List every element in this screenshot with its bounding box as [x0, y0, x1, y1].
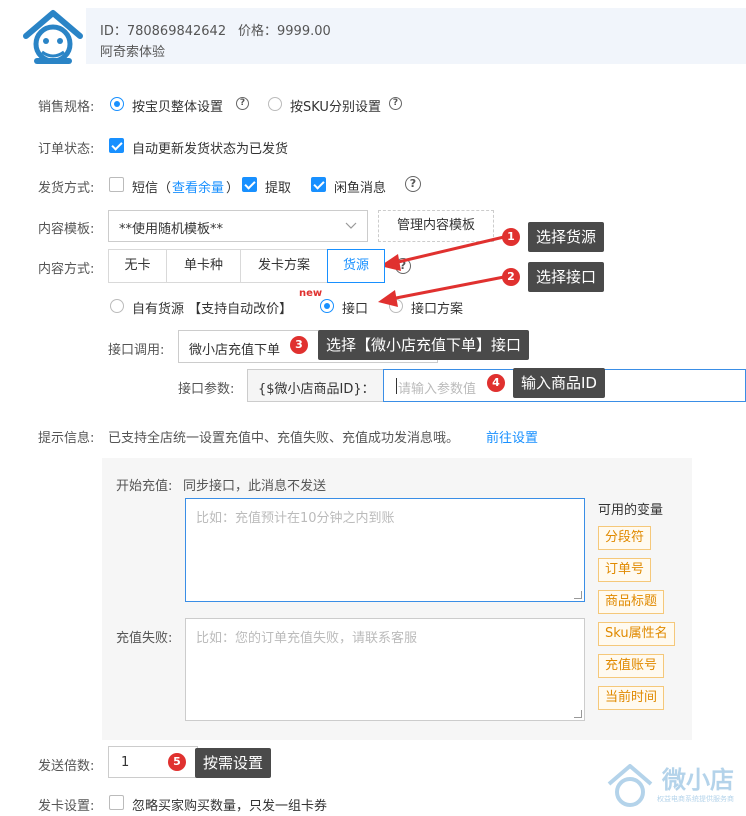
callout-5: 按需设置: [195, 748, 272, 778]
callout-number-1: 1: [502, 228, 520, 246]
callout-arrow-1: [397, 235, 505, 264]
callout-number-2: 2: [502, 268, 520, 286]
callout-arrow-2: [395, 275, 505, 300]
callout-4: 输入商品ID: [513, 368, 605, 398]
callout-1: 选择货源: [528, 222, 605, 252]
callout-2: 选择接口: [528, 262, 605, 292]
watermark-sub: 权益电商系统提供服务商: [657, 795, 734, 803]
watermark: 微小店 权益电商系统提供服务商: [607, 764, 734, 807]
callout-number-4: 4: [487, 374, 505, 392]
callout-number-5: 5: [168, 753, 186, 771]
callout-3: 选择【微小店充值下单】接口: [318, 330, 530, 360]
tab-source[interactable]: 货源: [327, 249, 385, 283]
watermark-brand: 微小店: [662, 766, 734, 794]
callout-arrows: [378, 235, 505, 307]
callout-arrowhead-2: [378, 290, 398, 307]
callout-number-3: 3: [290, 336, 308, 354]
watermark-logo-icon: [607, 764, 653, 807]
